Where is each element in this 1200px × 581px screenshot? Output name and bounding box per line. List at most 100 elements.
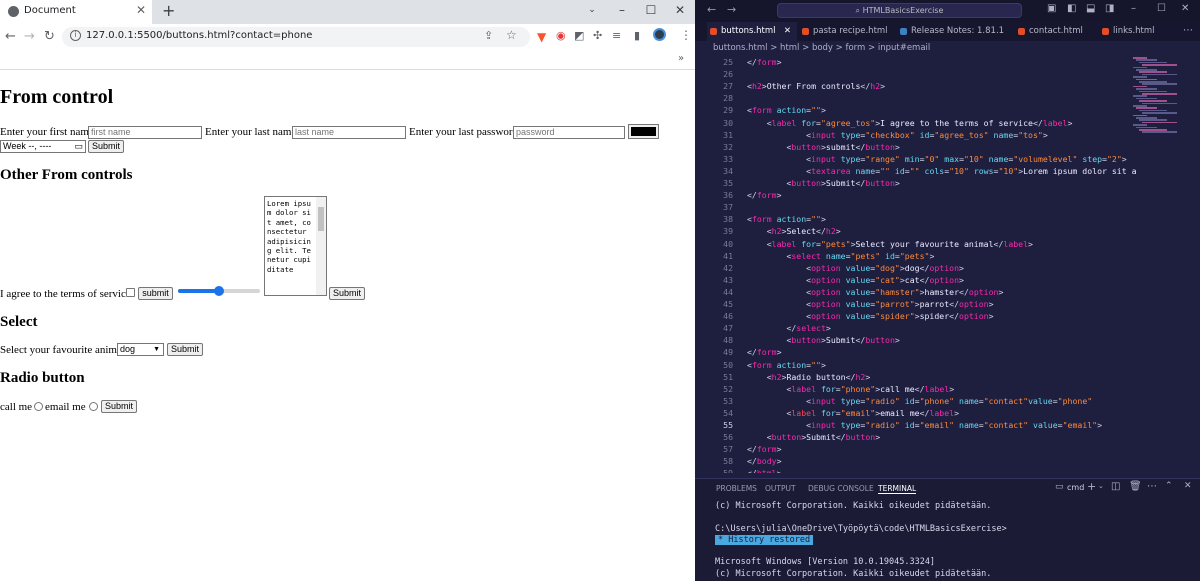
customize-layout-icon[interactable]: ▣: [1047, 3, 1056, 14]
code-line[interactable]: 35 <button>Submit</button>: [695, 177, 1200, 189]
info-icon[interactable]: i: [70, 30, 81, 41]
code-line[interactable]: 46 <option value="spider">spider</option…: [695, 310, 1200, 322]
phone-radio[interactable]: [34, 402, 43, 411]
code-line[interactable]: 28: [695, 92, 1200, 104]
code-line[interactable]: 59 </html>: [695, 467, 1200, 473]
tab-contact-html[interactable]: contact.html: [1015, 22, 1095, 41]
lorem-textarea[interactable]: Lorem ipsum dolor sit amet, consectetur …: [264, 196, 327, 296]
minimap[interactable]: [1133, 57, 1193, 137]
code-editor[interactable]: 25 </form> 26 27 <h2>Other From controls</h2…: [695, 55, 1200, 473]
code-line[interactable]: 30 <label for="agree_tos">I agree to the…: [695, 117, 1200, 129]
code-line[interactable]: 26: [695, 68, 1200, 80]
reading-list-icon[interactable]: ≡: [612, 29, 621, 42]
reload-icon[interactable]: ↻: [44, 29, 55, 44]
back-icon[interactable]: ←: [707, 3, 716, 16]
code-line[interactable]: 55 <input type="radio" id="email" name="…: [695, 419, 1200, 431]
password-input[interactable]: password: [513, 126, 625, 139]
code-line[interactable]: 42 <option value="dog">dog</option>: [695, 262, 1200, 274]
code-line[interactable]: 58 </body>: [695, 455, 1200, 467]
extension-icon[interactable]: ◩: [574, 29, 584, 42]
maximize-icon[interactable]: ☐: [1157, 3, 1166, 14]
minimize-icon[interactable]: –: [1131, 3, 1136, 14]
textarea-scrollbar[interactable]: [316, 197, 326, 295]
terminal-name[interactable]: cmd: [1067, 483, 1084, 492]
code-line[interactable]: 25 </form>: [695, 56, 1200, 68]
code-line[interactable]: 54 <label for="email">email me</label>: [695, 407, 1200, 419]
code-line[interactable]: 48 <button>Submit</button>: [695, 334, 1200, 346]
command-center[interactable]: ⌕ HTMLBasicsExercise: [777, 3, 1022, 18]
breadcrumb[interactable]: buttons.html > html > body > form > inpu…: [695, 41, 1200, 55]
close-window-icon[interactable]: ✕: [1181, 3, 1189, 14]
code-line[interactable]: 29 <form action="">: [695, 104, 1200, 116]
code-line[interactable]: 50 <form action="">: [695, 359, 1200, 371]
puzzle-icon[interactable]: ✣: [593, 29, 602, 42]
email-radio[interactable]: [89, 402, 98, 411]
more-icon[interactable]: ⋯: [1147, 481, 1157, 492]
brave-shield-icon[interactable]: ▼: [537, 30, 546, 44]
first-name-input[interactable]: first name: [88, 126, 202, 139]
panel-tab-debug-console[interactable]: DEBUG CONSOLE: [808, 484, 874, 493]
browser-tab[interactable]: Document ✕: [0, 0, 152, 24]
code-line[interactable]: 27 <h2>Other From controls</h2>: [695, 80, 1200, 92]
close-tab-icon[interactable]: ✕: [136, 3, 146, 17]
terminal-output[interactable]: (c) Microsoft Corporation. Kaikki oikeud…: [715, 501, 1195, 580]
code-line[interactable]: 44 <option value="hamster">hamster</opti…: [695, 286, 1200, 298]
more-actions-icon[interactable]: ⋯: [1183, 25, 1193, 36]
code-line[interactable]: 40 <label for="pets">Select your favouri…: [695, 238, 1200, 250]
forward-icon[interactable]: →: [24, 29, 35, 44]
code-line[interactable]: 38 <form action="">: [695, 213, 1200, 225]
code-line[interactable]: 47 </select>: [695, 322, 1200, 334]
week-input[interactable]: Week --, ---- ▭: [0, 140, 86, 153]
close-panel-icon[interactable]: ✕: [1184, 481, 1192, 491]
calendar-icon[interactable]: ▭: [74, 141, 83, 152]
color-picker[interactable]: [628, 124, 659, 139]
tab-links-html[interactable]: links.html: [1099, 22, 1169, 41]
code-line[interactable]: 51 <h2>Radio button</h2>: [695, 371, 1200, 383]
code-line[interactable]: 33 <input type="range" min="0" max="10" …: [695, 153, 1200, 165]
code-line[interactable]: 43 <option value="cat">cat</option>: [695, 274, 1200, 286]
code-line[interactable]: 49 </form>: [695, 346, 1200, 358]
toggle-secondary-sidebar-icon[interactable]: ◨: [1105, 3, 1114, 14]
minimize-icon[interactable]: –: [608, 4, 636, 16]
maximize-icon[interactable]: ☐: [637, 4, 665, 16]
tab-release-notes[interactable]: Release Notes: 1.81.1: [897, 22, 1007, 41]
code-line[interactable]: 31 <input type="checkbox" id="agree_tos"…: [695, 129, 1200, 141]
back-icon[interactable]: ←: [5, 29, 16, 44]
code-line[interactable]: 53 <input type="radio" id="phone" name="…: [695, 395, 1200, 407]
toggle-sidebar-icon[interactable]: ◧: [1067, 3, 1076, 14]
last-name-input[interactable]: last name: [292, 126, 406, 139]
code-line[interactable]: 57 </form>: [695, 443, 1200, 455]
volume-slider[interactable]: [178, 285, 260, 297]
bookmark-star-icon[interactable]: ☆: [506, 28, 517, 42]
new-tab-icon[interactable]: +: [162, 1, 175, 20]
code-line[interactable]: 56 <button>Submit</button>: [695, 431, 1200, 443]
close-window-icon[interactable]: ✕: [666, 4, 694, 16]
more-bookmarks-icon[interactable]: »: [678, 53, 684, 64]
new-terminal-icon[interactable]: +: [1087, 480, 1096, 493]
tab-search-icon[interactable]: ⌄: [578, 4, 606, 16]
submit-button-1[interactable]: Submit: [88, 140, 124, 153]
code-line[interactable]: 36 </form>: [695, 189, 1200, 201]
trash-icon[interactable]: 🗑: [1129, 481, 1142, 492]
scrollbar-thumb[interactable]: [318, 207, 324, 231]
toggle-panel-icon[interactable]: ⬓: [1086, 3, 1095, 14]
code-line[interactable]: 39 <h2>Select</h2>: [695, 225, 1200, 237]
slider-thumb[interactable]: [214, 286, 224, 296]
code-line[interactable]: 45 <option value="parrot">parrot</option…: [695, 298, 1200, 310]
menu-icon[interactable]: ⋮: [680, 28, 692, 42]
code-line[interactable]: 52 <label for="phone">call me</label>: [695, 383, 1200, 395]
pets-select[interactable]: dog ▼: [117, 343, 164, 356]
submit-button-2[interactable]: Submit: [329, 287, 365, 300]
submit-button-lower[interactable]: submit: [138, 287, 173, 300]
panel-tab-problems[interactable]: PROBLEMS: [716, 484, 757, 493]
forward-icon[interactable]: →: [727, 3, 736, 16]
tab-buttons-html[interactable]: buttons.html ✕: [707, 22, 797, 41]
avatar[interactable]: [653, 28, 666, 41]
panel-tab-output[interactable]: OUTPUT: [765, 484, 796, 493]
split-terminal-icon[interactable]: ◫: [1111, 481, 1120, 492]
close-tab-icon[interactable]: ✕: [784, 22, 791, 41]
submit-button-3[interactable]: Submit: [167, 343, 203, 356]
extension-shield-icon[interactable]: ◉: [556, 29, 566, 42]
code-line[interactable]: 37: [695, 201, 1200, 213]
code-line[interactable]: 41 <select name="pets" id="pets">: [695, 250, 1200, 262]
